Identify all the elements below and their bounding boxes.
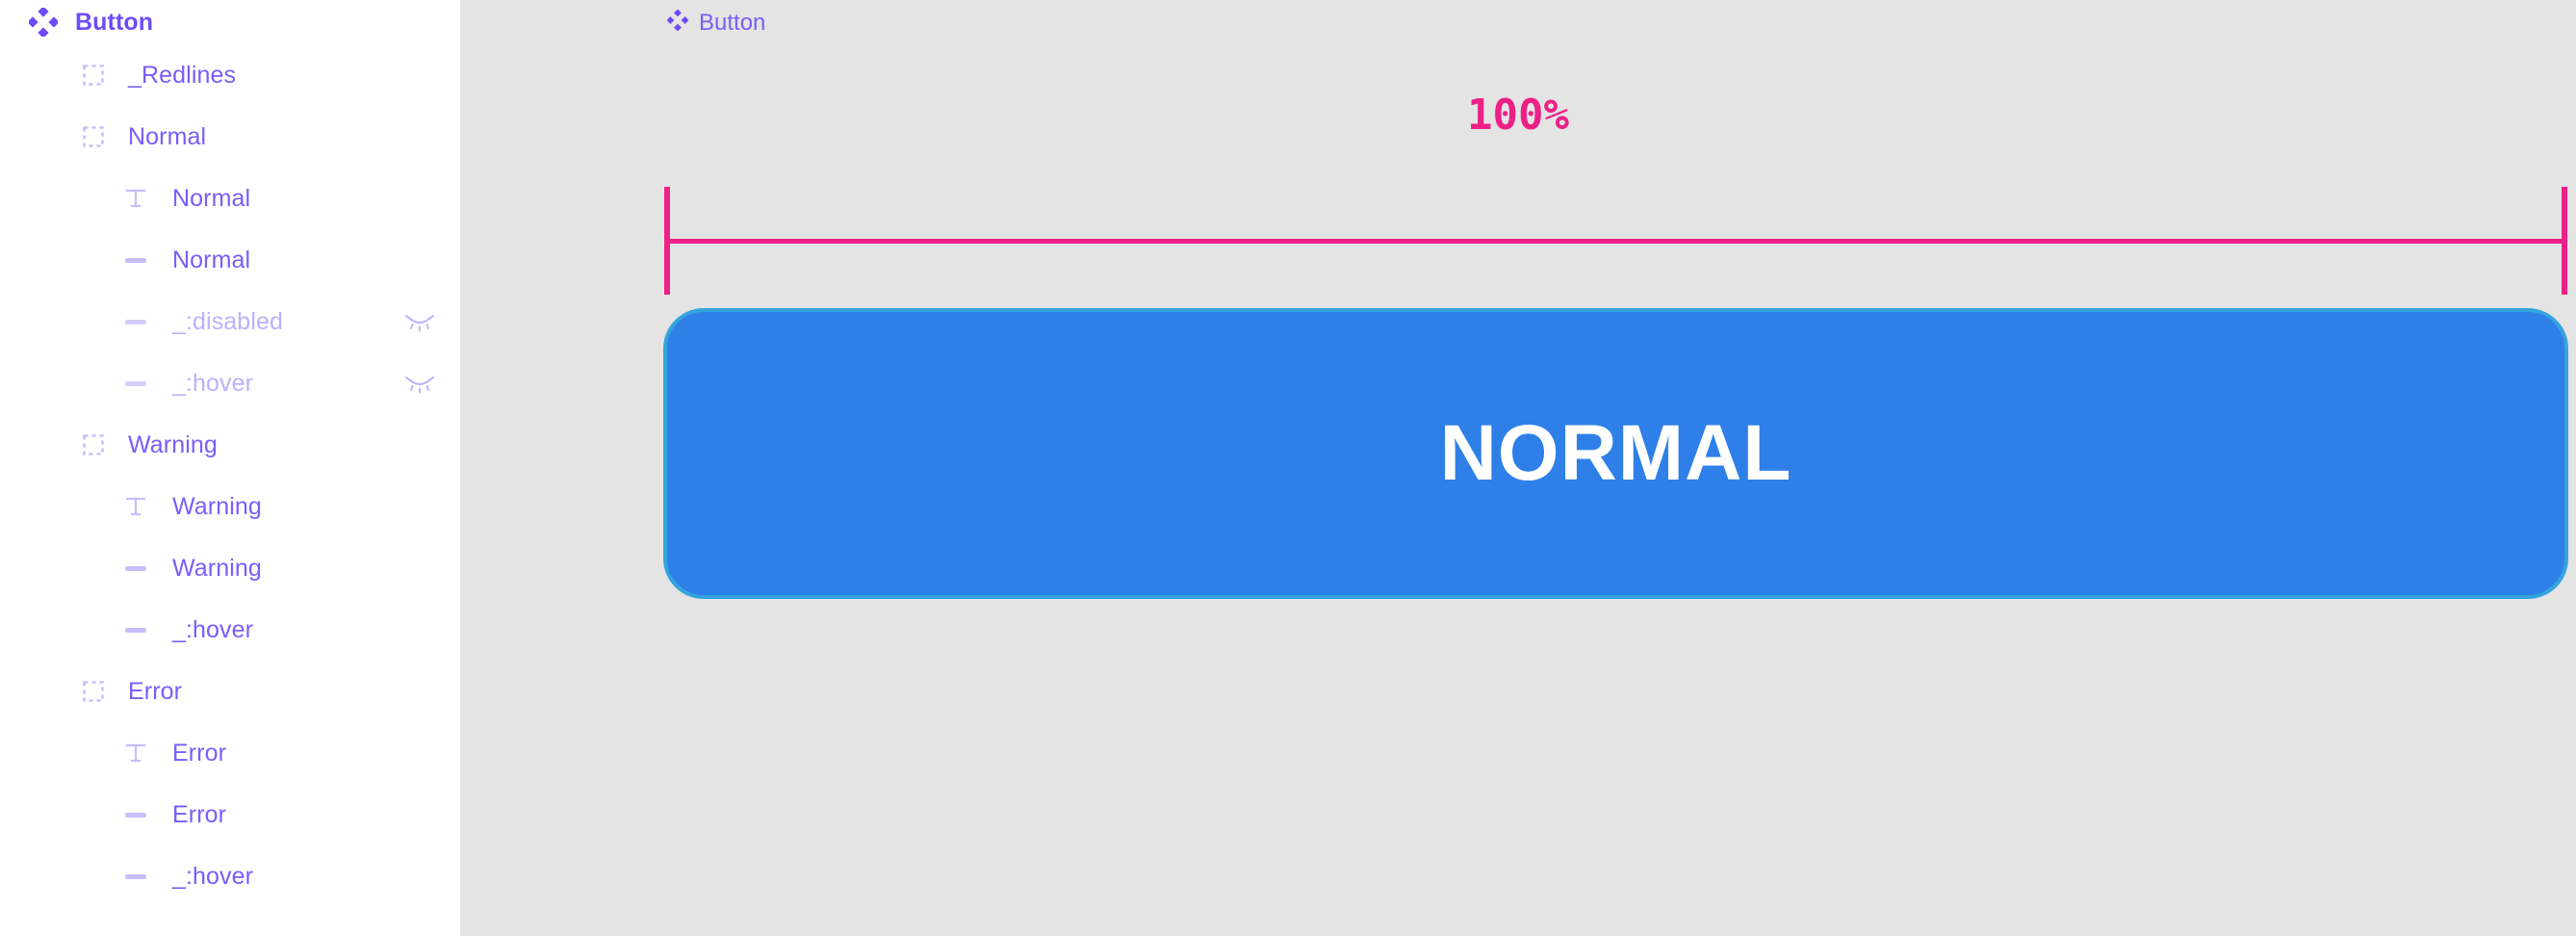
text-icon — [119, 737, 152, 769]
breadcrumb-label: Button — [699, 9, 766, 36]
layer-row-warning[interactable]: Warning — [0, 414, 460, 476]
button-preview[interactable]: NORMAL — [663, 308, 2568, 599]
eye-slot-empty — [400, 552, 439, 585]
rectangle-icon — [119, 798, 152, 831]
layer-row-warning[interactable]: Warning — [0, 476, 460, 537]
rectangle-icon — [119, 552, 152, 585]
eye-slot-empty — [400, 860, 439, 893]
figma-window: Button _Redlines Normal Normal Normal _:disab… — [0, 0, 2576, 936]
rectangle-icon — [119, 613, 152, 646]
layer-label: _:hover — [172, 615, 254, 643]
component-icon — [666, 9, 689, 36]
eye-hidden-icon[interactable] — [400, 367, 439, 400]
rectangle-icon — [119, 305, 152, 338]
layer-row-warning[interactable]: Warning — [0, 537, 460, 599]
layer-row-error[interactable]: Error — [0, 784, 460, 845]
layer-label: Error — [128, 677, 183, 705]
layer-row-hover[interactable]: _:hover — [0, 845, 460, 907]
eye-slot-empty — [400, 798, 439, 831]
rectangle-icon — [119, 860, 152, 893]
group-icon — [77, 675, 110, 708]
layer-label: _:hover — [172, 369, 254, 397]
text-icon — [119, 182, 152, 215]
eye-slot-empty — [400, 429, 439, 461]
group-icon — [77, 429, 110, 461]
eye-slot-empty — [400, 6, 439, 39]
layer-row-normal[interactable]: Normal — [0, 106, 460, 168]
layer-row-error[interactable]: Error — [0, 661, 460, 722]
layer-label: Button — [75, 8, 154, 36]
layer-row-disabled[interactable]: _:disabled — [0, 291, 460, 352]
eye-slot-empty — [400, 244, 439, 276]
layer-label: Warning — [172, 554, 262, 582]
layer-row-hover[interactable]: _:hover — [0, 599, 460, 661]
eye-slot-empty — [400, 737, 439, 769]
eye-slot-empty — [400, 490, 439, 523]
layers-panel: Button _Redlines Normal Normal Normal _:disab… — [0, 0, 460, 936]
layer-label: Error — [172, 800, 227, 828]
layer-list: Button _Redlines Normal Normal Normal _:disab… — [0, 0, 460, 907]
layer-row-error[interactable]: Error — [0, 722, 460, 784]
eye-slot-empty — [400, 59, 439, 91]
layer-row-hover[interactable]: _:hover — [0, 352, 460, 414]
measure-tick-right-icon — [2562, 187, 2567, 295]
rectangle-icon — [119, 367, 152, 400]
layer-label: _:hover — [172, 862, 254, 890]
text-icon — [119, 490, 152, 523]
component-icon — [27, 6, 60, 39]
layer-label: Normal — [172, 184, 251, 212]
eye-slot-empty — [400, 613, 439, 646]
group-icon — [77, 120, 110, 153]
rectangle-icon — [119, 244, 152, 276]
eye-slot-empty — [400, 120, 439, 153]
layer-label: Warning — [128, 430, 218, 458]
design-canvas[interactable]: Button 100% NORMAL — [460, 0, 2576, 936]
layer-label: Normal — [128, 122, 207, 150]
layer-row-root[interactable]: Button — [0, 0, 460, 44]
layer-label: Error — [172, 739, 227, 767]
eye-slot-empty — [400, 675, 439, 708]
group-icon — [77, 59, 110, 91]
layer-row-redlines[interactable]: _Redlines — [0, 44, 460, 106]
measure-line — [664, 239, 2567, 244]
layer-row-normal[interactable]: Normal — [0, 168, 460, 229]
layer-label: _Redlines — [128, 61, 237, 89]
button-preview-label: NORMAL — [1439, 409, 1792, 497]
breadcrumb[interactable]: Button — [666, 9, 766, 36]
measurement-label: 100% — [1467, 91, 1569, 140]
layer-label: Warning — [172, 492, 262, 520]
eye-hidden-icon[interactable] — [400, 305, 439, 338]
layer-label: _:disabled — [172, 307, 283, 335]
layer-label: Normal — [172, 246, 251, 273]
eye-slot-empty — [400, 182, 439, 215]
layer-row-normal[interactable]: Normal — [0, 229, 460, 291]
